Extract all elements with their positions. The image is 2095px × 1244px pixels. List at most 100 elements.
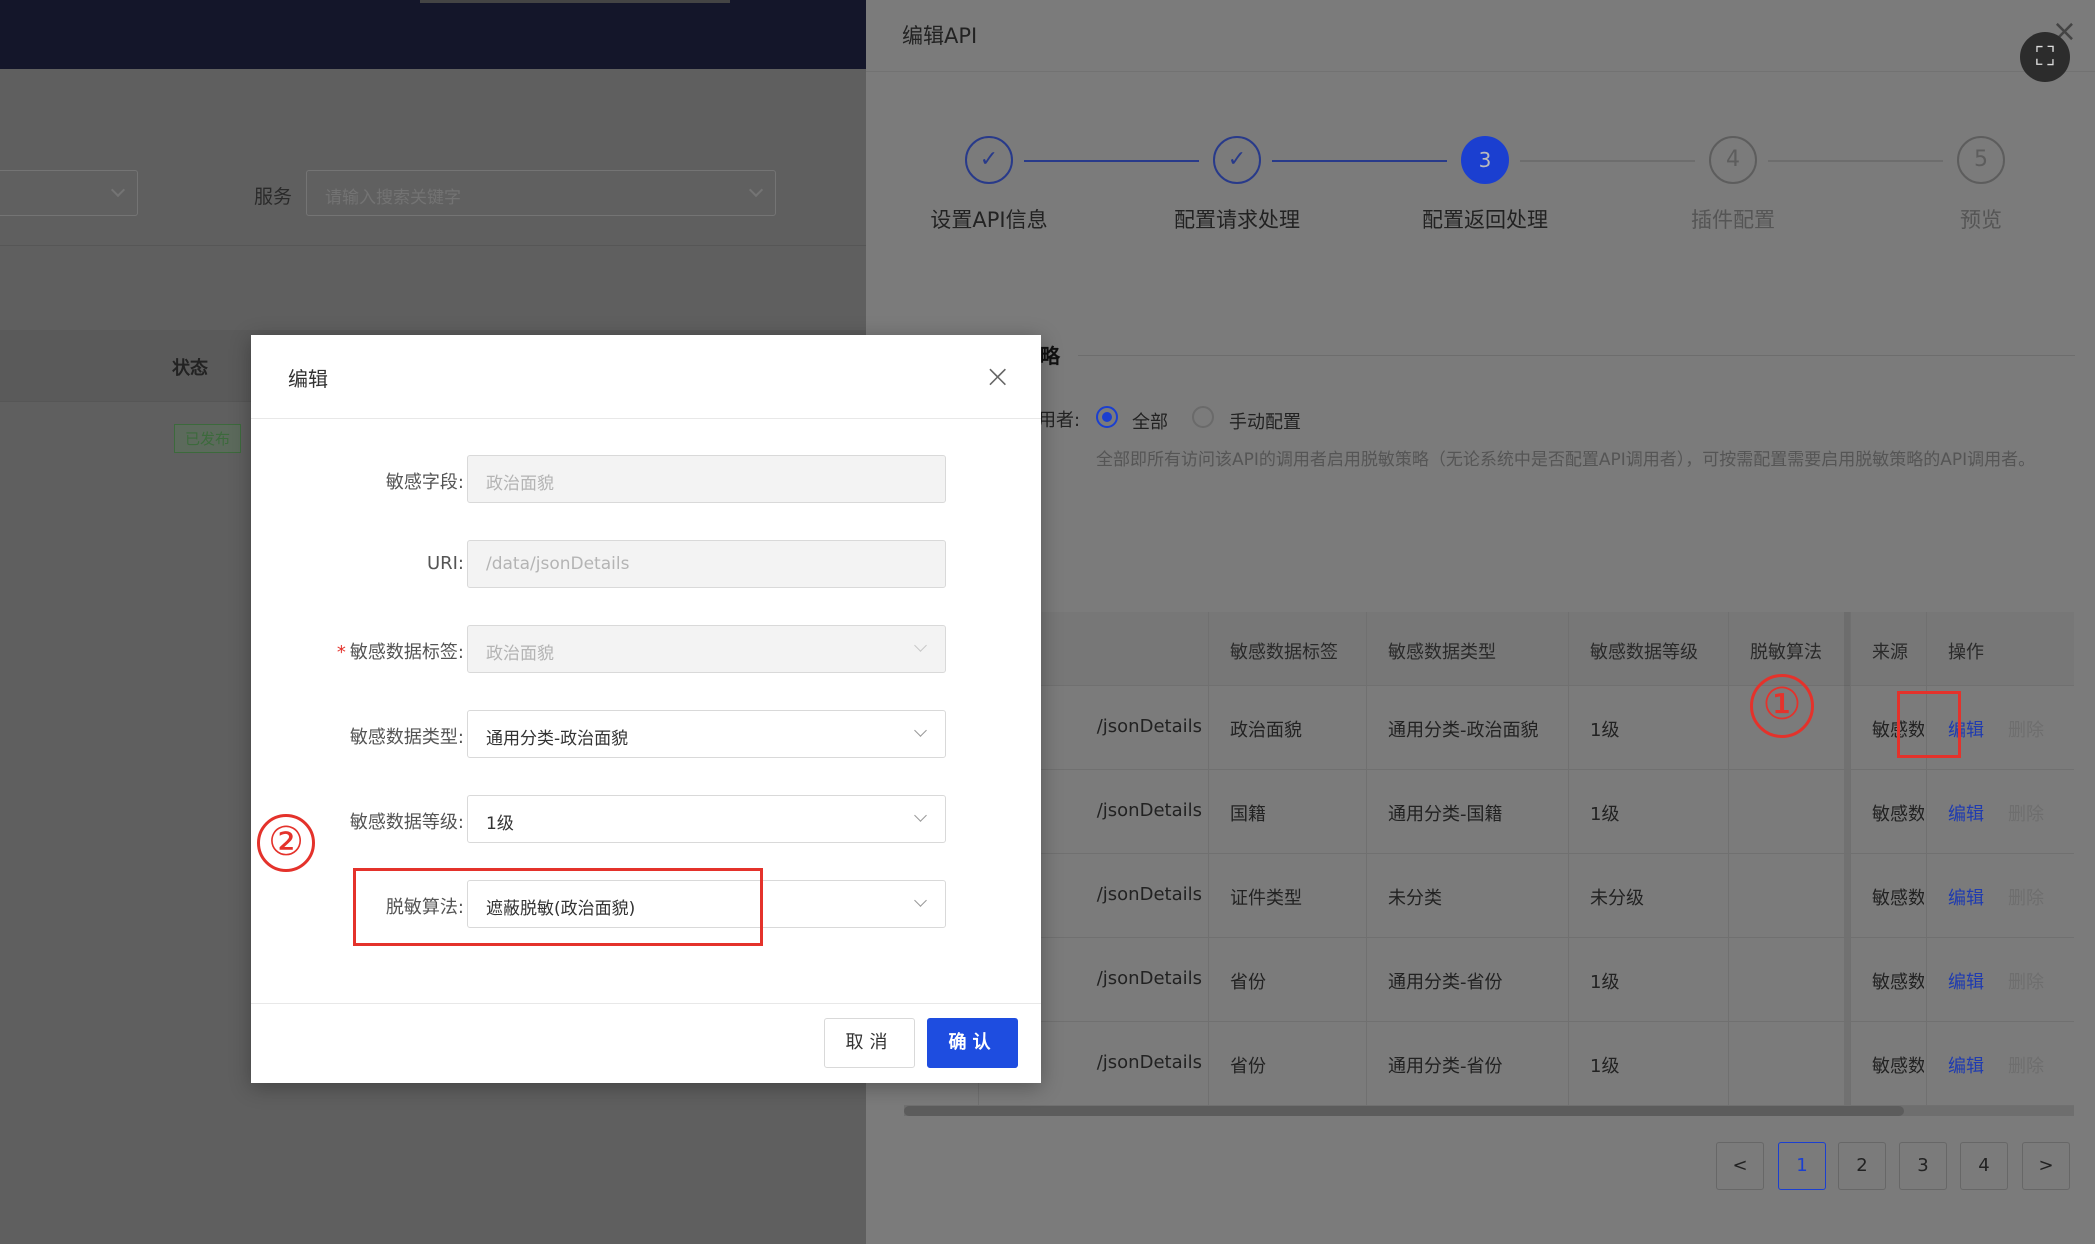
level-cell: 1级 bbox=[1590, 972, 1620, 993]
source-cell: 敏感数 bbox=[1872, 972, 1924, 993]
hint-text: 全部即所有访问该API的调用者启用脱敏策略（无论系统中是否配置API调用者），可… bbox=[1096, 450, 2036, 470]
step-5[interactable]: 5 预览 bbox=[1891, 136, 2071, 234]
chevron-down-icon bbox=[914, 724, 927, 737]
form-row-data-level: 敏感数据等级: 1级 bbox=[251, 795, 1041, 845]
table-header-row: 敏感数据标签 敏感数据类型 敏感数据等级 脱敏算法 来源 操作 bbox=[904, 612, 2074, 686]
confirm-button[interactable]: 确认 bbox=[927, 1018, 1018, 1068]
step-label: 预览 bbox=[1960, 208, 2002, 232]
step-number: 5 bbox=[1957, 136, 2005, 184]
filter-bar: 服务 请输入搜索关键字 bbox=[0, 136, 866, 246]
next-page-button[interactable]: > bbox=[2022, 1142, 2070, 1190]
step-2[interactable]: ✓ 配置请求处理 bbox=[1147, 136, 1327, 234]
form-row-uri: URI: /data/jsonDetails bbox=[251, 540, 1041, 590]
level-cell: 1级 bbox=[1590, 720, 1620, 741]
tag-cell: 省份 bbox=[1230, 1056, 1266, 1077]
source-cell: 敏感数 bbox=[1872, 1056, 1924, 1077]
section-divider bbox=[1078, 355, 2075, 356]
step-4[interactable]: 4 插件配置 bbox=[1643, 136, 1823, 234]
step-1[interactable]: ✓ 设置API信息 bbox=[899, 136, 1079, 234]
modal-title: 编辑 bbox=[288, 367, 328, 391]
data-tag-select: 政治面貌 bbox=[467, 625, 946, 673]
delete-link[interactable]: 删除 bbox=[2008, 716, 2044, 742]
type-cell: 通用分类-省份 bbox=[1388, 972, 1503, 993]
step-label: 配置返回处理 bbox=[1422, 208, 1548, 232]
annotation-highlight-edit bbox=[1897, 691, 1961, 758]
tag-cell: 国籍 bbox=[1230, 804, 1266, 825]
col-source-header: 来源 bbox=[1872, 642, 1908, 663]
table-row: /jsonDetails 省份 通用分类-省份 1级 敏感数 编辑 删除 bbox=[904, 1022, 2074, 1106]
table-row: /jsonDetails 证件类型 未分类 未分级 敏感数 编辑 删除 bbox=[904, 854, 2074, 938]
uri-input: /data/jsonDetails bbox=[467, 540, 946, 588]
navbar-strip bbox=[420, 0, 730, 3]
delete-link[interactable]: 删除 bbox=[2008, 1052, 2044, 1078]
sensitive-field-input: 政治面貌 bbox=[467, 455, 946, 503]
chevron-down-icon bbox=[914, 809, 927, 822]
radio-manual-label[interactable]: 手动配置 bbox=[1229, 408, 1301, 434]
col-tag-header: 敏感数据标签 bbox=[1230, 642, 1338, 663]
radio-all[interactable] bbox=[1096, 406, 1118, 428]
top-navbar bbox=[0, 0, 866, 69]
drawer-header: 编辑API × bbox=[866, 0, 2095, 72]
data-type-label: 敏感数据类型: bbox=[349, 727, 464, 748]
cancel-button[interactable]: 取消 bbox=[824, 1018, 915, 1068]
page-2-button[interactable]: 2 bbox=[1838, 1142, 1886, 1190]
check-icon: ✓ bbox=[965, 136, 1013, 184]
delete-link[interactable]: 删除 bbox=[2008, 884, 2044, 910]
edit-link[interactable]: 编辑 bbox=[1948, 968, 1984, 994]
level-cell: 1级 bbox=[1590, 804, 1620, 825]
step-label: 插件配置 bbox=[1691, 208, 1775, 232]
delete-link[interactable]: 删除 bbox=[2008, 968, 2044, 994]
step-3[interactable]: 3 配置返回处理 bbox=[1395, 136, 1575, 234]
modal-header: 编辑 × bbox=[251, 335, 1041, 419]
col-action-header: 操作 bbox=[1948, 642, 1984, 663]
service-search-select: 请输入搜索关键字 bbox=[306, 170, 776, 216]
steps-bar: ✓ 设置API信息 ✓ 配置请求处理 3 配置返回处理 4 插件配置 5 预览 bbox=[866, 136, 2095, 256]
data-type-value: 通用分类-政治面貌 bbox=[486, 729, 629, 749]
section-title: 略 bbox=[1040, 344, 1060, 368]
edit-link[interactable]: 编辑 bbox=[1948, 1052, 1984, 1078]
fullscreen-exit-icon[interactable]: ⛶ bbox=[2020, 32, 2070, 82]
uri-label: URI: bbox=[426, 553, 464, 574]
tag-cell: 证件类型 bbox=[1230, 888, 1302, 909]
chevron-down-icon bbox=[748, 182, 764, 198]
data-level-select[interactable]: 1级 bbox=[467, 795, 946, 843]
sensitive-field-value: 政治面貌 bbox=[486, 474, 554, 494]
delete-link[interactable]: 删除 bbox=[2008, 800, 2044, 826]
col-algo-header: 脱敏算法 bbox=[1750, 642, 1822, 663]
status-badge: 已发布 bbox=[174, 424, 242, 453]
level-cell: 未分级 bbox=[1590, 888, 1644, 909]
type-cell: 通用分类-政治面貌 bbox=[1388, 720, 1539, 741]
form-row-data-tag: * 敏感数据标签: 政治面貌 bbox=[251, 625, 1041, 675]
type-cell: 通用分类-省份 bbox=[1388, 1056, 1503, 1077]
radio-all-label[interactable]: 全部 bbox=[1132, 408, 1168, 434]
data-type-select[interactable]: 通用分类-政治面貌 bbox=[467, 710, 946, 758]
chevron-down-icon bbox=[110, 182, 126, 198]
check-icon: ✓ bbox=[1213, 136, 1261, 184]
modal-footer: 取消 确认 bbox=[251, 1003, 1041, 1083]
page-4-button[interactable]: 4 bbox=[1960, 1142, 2008, 1190]
type-cell: 通用分类-国籍 bbox=[1388, 804, 1503, 825]
close-icon[interactable]: × bbox=[984, 357, 1011, 395]
data-tag-label-text: 敏感数据标签: bbox=[349, 642, 464, 663]
scrollbar-thumb[interactable] bbox=[904, 1106, 1904, 1116]
edit-modal: 编辑 × 敏感字段: 政治面貌 URI: /data/jsonDetails *… bbox=[251, 335, 1041, 1083]
col-type-header: 敏感数据类型 bbox=[1388, 642, 1496, 663]
data-tag-value: 政治面貌 bbox=[486, 644, 554, 664]
source-cell: 敏感数 bbox=[1872, 804, 1924, 825]
step-number: 4 bbox=[1709, 136, 1757, 184]
table-row: /jsonDetails 国籍 通用分类-国籍 1级 敏感数 编辑 删除 bbox=[904, 770, 2074, 854]
level-cell: 1级 bbox=[1590, 1056, 1620, 1077]
horizontal-scrollbar[interactable] bbox=[904, 1106, 2074, 1116]
prev-page-button[interactable]: < bbox=[1716, 1142, 1764, 1190]
table-row: /jsonDetails 省份 通用分类-省份 1级 敏感数 编辑 删除 bbox=[904, 938, 2074, 1022]
step-number: 3 bbox=[1461, 136, 1509, 184]
edit-link[interactable]: 编辑 bbox=[1948, 884, 1984, 910]
page-1-button[interactable]: 1 bbox=[1778, 1142, 1826, 1190]
annotation-highlight-algorithm bbox=[353, 868, 763, 946]
page-3-button[interactable]: 3 bbox=[1899, 1142, 1947, 1190]
edit-link[interactable]: 编辑 bbox=[1948, 800, 1984, 826]
drawer-title: 编辑API bbox=[902, 24, 978, 48]
radio-manual[interactable] bbox=[1192, 406, 1214, 428]
chevron-down-icon bbox=[914, 639, 927, 652]
uri-value: /data/jsonDetails bbox=[486, 554, 630, 574]
